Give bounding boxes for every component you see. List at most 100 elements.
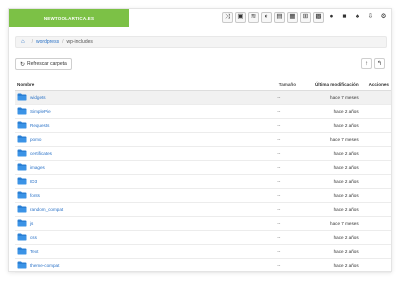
folder-name[interactable]: images [30,165,45,170]
cell-size: -- [255,230,303,245]
table-row[interactable]: js -- hace 7 meses [15,216,391,231]
folder-link[interactable]: theme-compat [17,261,254,269]
cell-actions [360,146,391,161]
table-row[interactable]: widgets -- hace 7 meses [15,90,391,105]
table-row[interactable]: css -- hace 2 años [15,230,391,245]
refresh-label: Refrescar carpeta [27,61,67,67]
cell-modified: hace 2 años [302,104,361,119]
home-icon[interactable]: ⌂ [21,39,25,45]
folder-link[interactable]: fonts [17,191,254,199]
cell-size: -- [255,244,303,259]
folder-link[interactable]: ID3 [17,177,254,185]
folder-link[interactable]: js [17,219,254,227]
contrast-icon[interactable]: ◐ [261,12,272,23]
table-row[interactable]: images -- hace 2 años [15,160,391,175]
cell-actions [360,202,391,217]
folder-icon [17,191,27,199]
cell-modified: hace 2 años [302,258,361,273]
refresh-folder-button[interactable]: ↻ Refrescar carpeta [15,58,72,70]
table-row[interactable]: theme-compat -- hace 2 años [15,258,391,273]
folder-icon [17,233,27,241]
column-header-size[interactable]: Tamaño [255,80,303,91]
cell-name: ID3 [15,174,256,189]
download-icon[interactable]: ⇩ [365,12,376,23]
folder-name[interactable]: widgets [30,95,46,100]
cell-actions [360,174,391,189]
folder-link[interactable]: widgets [17,93,254,101]
folder-name[interactable]: random_compat [30,207,63,212]
cell-size: -- [255,258,303,273]
arrow-return-icon: ↰ [376,61,383,67]
brand-logo[interactable]: NEWTOOLARTICA.ES [9,9,129,27]
table-row[interactable]: certificates -- hace 2 años [15,146,391,161]
table-row[interactable]: Requests -- hace 2 años [15,118,391,133]
cell-name: theme-compat [15,258,256,273]
cell-name: widgets [15,90,256,105]
folder-name[interactable]: theme-compat [30,263,59,268]
folder-icon[interactable]: ■ [339,12,350,23]
map-pin-icon[interactable]: ● [326,12,337,23]
document-icon[interactable]: ▤ [274,12,285,23]
table-row[interactable]: Text -- hace 2 años [15,244,391,259]
cell-size: -- [255,160,303,175]
table-row[interactable]: random_compat -- hace 2 años [15,202,391,217]
folder-link[interactable]: css [17,233,254,241]
folder-icon [17,107,27,115]
folder-link[interactable]: certificates [17,149,254,157]
folder-name[interactable]: ID3 [30,179,37,184]
wifi-icon[interactable]: ≋ [248,12,259,23]
folder-name[interactable]: pomo [30,137,42,142]
cell-size: -- [255,174,303,189]
cell-modified: hace 2 años [302,118,361,133]
file-table: Nombre Tamaño Última modificación Accion… [15,80,391,273]
folder-name[interactable]: certificates [30,151,52,156]
folder-name[interactable]: css [30,235,37,240]
folder-name[interactable]: Text [30,249,38,254]
folder-link[interactable]: Text [17,247,254,255]
folder-link[interactable]: Requests [17,121,254,129]
folder-name[interactable]: Requests [30,123,49,128]
image-icon[interactable]: ▣ [235,12,246,23]
folder-link[interactable]: images [17,163,254,171]
folder-icon [17,177,27,185]
column-header-modified[interactable]: Última modificación [302,80,361,91]
folder-link[interactable]: random_compat [17,205,254,213]
table-row[interactable]: pomo -- hace 7 meses [15,132,391,147]
parent-folder-button[interactable]: ↰ [374,58,385,69]
folder-link[interactable]: SimplePie [17,107,254,115]
cell-name: Text [15,244,256,259]
folder-icon [17,219,27,227]
cell-actions [360,244,391,259]
cell-name: SimplePie [15,104,256,119]
grid-icon[interactable]: ▩ [313,12,324,23]
folder-name[interactable]: js [30,221,33,226]
folder-icon [17,261,27,269]
folder-link[interactable]: pomo [17,135,254,143]
cell-modified: hace 2 años [302,160,361,175]
cell-name: css [15,230,256,245]
table-header-row: Nombre Tamaño Última modificación Accion… [15,80,391,91]
folder-name[interactable]: fonts [30,193,40,198]
cell-name: images [15,160,256,175]
folder-name[interactable]: SimplePie [30,109,51,114]
gear-icon[interactable]: ⚙ [378,12,389,23]
cell-name: fonts [15,188,256,203]
calendar-icon[interactable]: ▦ [287,12,298,23]
bell-icon[interactable]: ♠ [352,12,363,23]
upload-button[interactable]: ↑ [361,58,372,69]
qr-icon[interactable]: ⊞ [300,12,311,23]
cell-actions [360,230,391,245]
column-header-name[interactable]: Nombre [15,80,256,91]
cell-actions [360,104,391,119]
cell-modified: hace 2 años [302,244,361,259]
cell-name: random_compat [15,202,256,217]
table-row[interactable]: SimplePie -- hace 2 años [15,104,391,119]
shuffle-icon[interactable]: ⤨ [222,12,233,23]
cell-modified: hace 2 años [302,146,361,161]
breadcrumb-item-wordpress[interactable]: wordpress [36,39,59,45]
breadcrumb-item-current: wp-includes [66,39,93,45]
cell-name: pomo [15,132,256,147]
cell-size: -- [255,216,303,231]
table-row[interactable]: ID3 -- hace 2 años [15,174,391,189]
table-row[interactable]: fonts -- hace 2 años [15,188,391,203]
